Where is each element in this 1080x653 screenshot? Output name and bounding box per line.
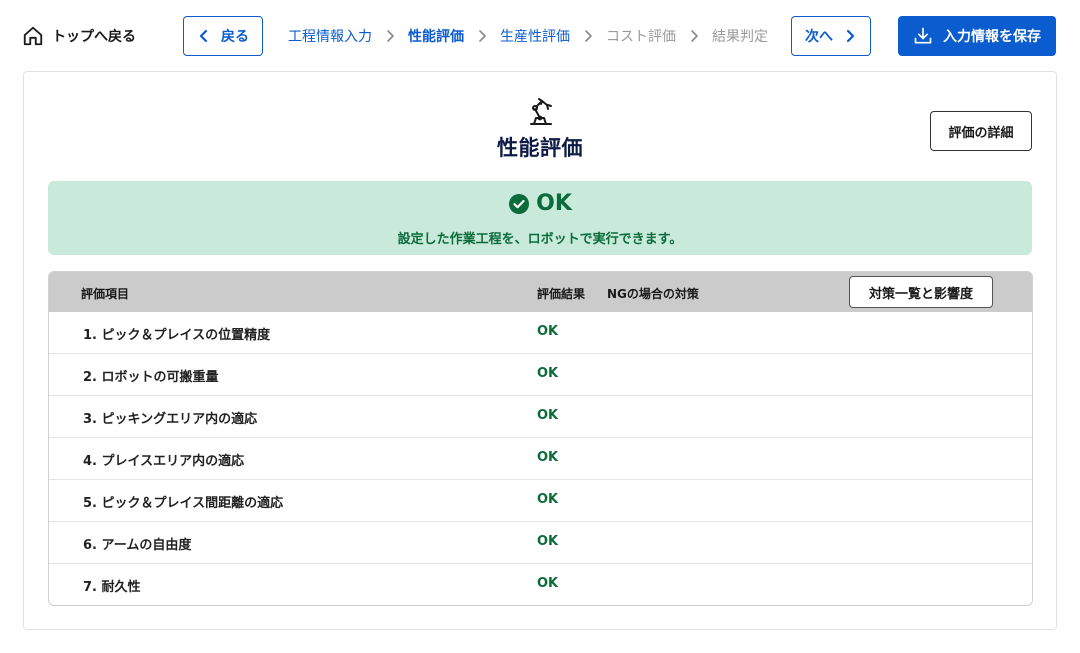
download-icon: [914, 27, 932, 44]
check-circle-icon: [509, 193, 530, 214]
chevron-right-icon: [676, 29, 712, 43]
next-button[interactable]: 次へ: [791, 16, 871, 56]
step-5[interactable]: 結果判定: [712, 26, 768, 46]
step-4[interactable]: コスト評価: [606, 26, 676, 46]
evaluation-item: 7. 耐久性: [83, 580, 141, 595]
header-ng-measure: NGの場合の対策: [607, 287, 699, 301]
table-header: 評価項目 評価結果 NGの場合の対策 対策一覧と影響度: [49, 272, 1032, 312]
step-breadcrumb: 工程情報入力 性能評価 生産性評価 コスト評価 結果判定: [288, 24, 768, 48]
home-link-label: トップへ戻る: [52, 29, 136, 45]
step-1[interactable]: 工程情報入力: [288, 26, 372, 46]
evaluation-item: 4. プレイスエリア内の適応: [83, 454, 245, 469]
step-2: 性能評価: [408, 29, 464, 45]
evaluation-item: 2. ロボットの可搬重量: [83, 370, 219, 385]
evaluation-result: OK: [537, 576, 559, 591]
evaluation-item: 5. ピック＆プレイス間距離の適応: [83, 496, 284, 511]
home-icon: [23, 26, 43, 46]
evaluation-item: 6. アームの自由度: [83, 538, 192, 553]
result-status-label: OK: [536, 191, 572, 216]
step-3[interactable]: 生産性評価: [500, 26, 570, 46]
chevron-right-icon: [570, 29, 606, 43]
top-bar: トップへ戻る 戻る 工程情報入力 性能評価 生産性評価 コスト評価 結果判定 次へ 入力…: [0, 0, 1080, 72]
evaluation-result: OK: [537, 534, 559, 549]
table-row: 6. アームの自由度 OK: [49, 522, 1032, 564]
chevron-right-icon: [464, 29, 500, 43]
save-button-label: 入力情報を保存: [943, 29, 1041, 45]
page-title: 性能評価: [497, 136, 583, 160]
table-row: 2. ロボットの可搬重量 OK: [49, 354, 1032, 396]
back-button-label: 戻る: [221, 29, 249, 45]
evaluation-result: OK: [537, 492, 559, 507]
evaluation-result: OK: [537, 408, 559, 423]
chevron-right-icon: [372, 29, 408, 43]
result-message: 設定した作業工程を、ロボットで実行できます。: [397, 232, 683, 247]
table-row: 1. ピック＆プレイスの位置精度 OK: [49, 312, 1032, 354]
evaluation-item: 3. ピッキングエリア内の適応: [83, 412, 258, 427]
back-button[interactable]: 戻る: [183, 16, 263, 56]
evaluation-result: OK: [537, 366, 559, 381]
table-body: 1. ピック＆プレイスの位置精度 OK 2. ロボットの可搬重量 OK 3. ピッキング…: [49, 312, 1032, 605]
table-row: 3. ピッキングエリア内の適応 OK: [49, 396, 1032, 438]
table-row: 7. 耐久性 OK: [49, 564, 1032, 605]
evaluation-result: OK: [537, 450, 559, 465]
measures-list-button[interactable]: 対策一覧と影響度: [849, 276, 993, 308]
result-banner: OK 設定した作業工程を、ロボットで実行できます。: [48, 181, 1032, 255]
chevron-left-icon: [199, 29, 208, 43]
table-row: 5. ピック＆プレイス間距離の適応 OK: [49, 480, 1032, 522]
evaluation-detail-button[interactable]: 評価の詳細: [930, 111, 1032, 151]
chevron-right-icon: [846, 29, 855, 43]
header-evaluation-item: 評価項目: [81, 287, 130, 301]
robot-arm-icon: [530, 98, 552, 125]
result-status: OK: [48, 191, 1032, 216]
table-row: 4. プレイスエリア内の適応 OK: [49, 438, 1032, 480]
header-evaluation-result: 評価結果: [537, 287, 586, 301]
evaluation-result: OK: [537, 324, 559, 339]
next-button-label: 次へ: [805, 29, 833, 45]
evaluation-card: 性能評価 評価の詳細 OK 設定した作業工程を、ロボットで実行できます。 評価項…: [23, 71, 1057, 630]
home-link[interactable]: トップへ戻る: [22, 22, 136, 50]
save-button[interactable]: 入力情報を保存: [898, 16, 1056, 56]
evaluation-item: 1. ピック＆プレイスの位置精度: [83, 328, 271, 343]
evaluation-table: 評価項目 評価結果 NGの場合の対策 対策一覧と影響度 1. ピック＆プレイスの…: [48, 271, 1033, 606]
